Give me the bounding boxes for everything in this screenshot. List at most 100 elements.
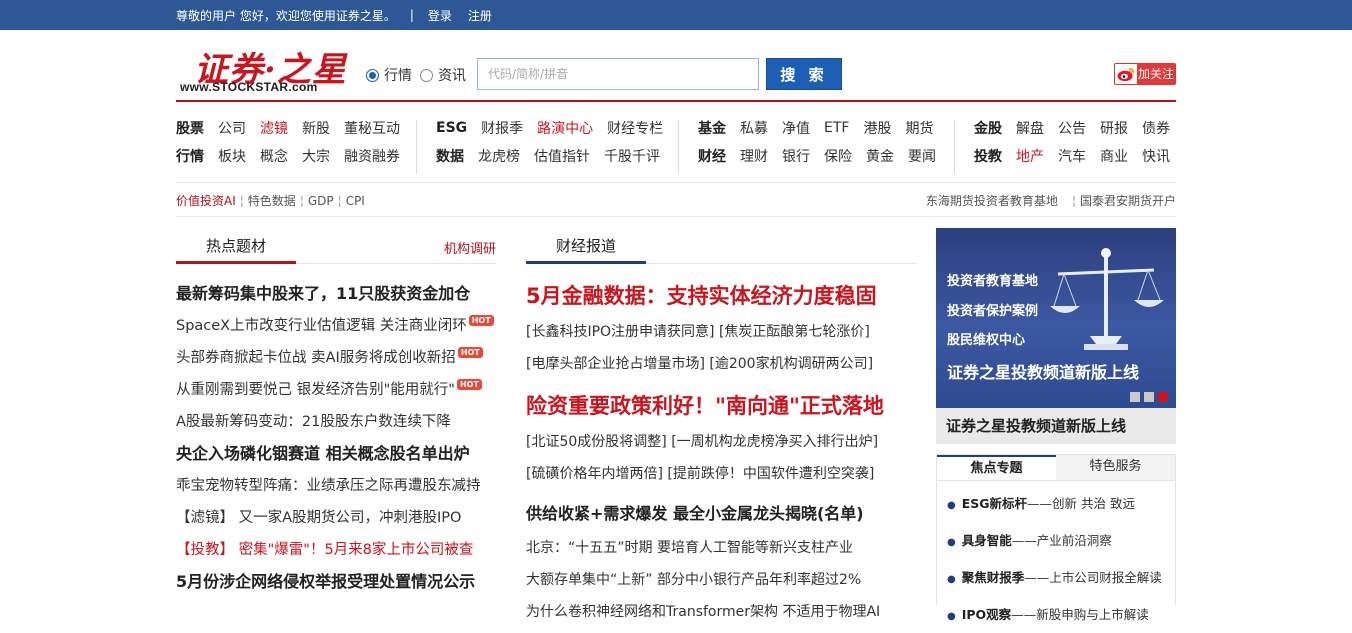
focus-topic-tag: 聚焦财报季: [961, 570, 1025, 585]
nav-item[interactable]: 金股: [974, 118, 1002, 138]
nav-item[interactable]: 公告: [1058, 118, 1086, 138]
hot-topic-item[interactable]: 乖宝宠物转型阵痛：业绩承压之际再遭股东减持: [176, 470, 496, 502]
tab-focus-topics[interactable]: 焦点专题: [937, 455, 1056, 480]
subnav-gdp[interactable]: GDP: [308, 194, 334, 208]
nav-item[interactable]: ETF: [824, 120, 849, 136]
nav-item[interactable]: 私募: [740, 118, 768, 138]
related-link[interactable]: [焦炭正酝酿第七轮涨价]: [719, 324, 870, 340]
investor-education-banner[interactable]: 投资者教育基地 投资者保护案例 股民维权中心 证券之星投教频道新版上线: [936, 228, 1176, 408]
related-link[interactable]: [提前跌停！中国软件遭利空突袭]: [667, 466, 874, 482]
related-link[interactable]: [硫磺价格年内增两倍]: [526, 466, 663, 482]
hot-topic-item[interactable]: 【投教】 密集"爆雷"！5月来8家上市公司被查: [176, 534, 496, 566]
nav-item[interactable]: 财报季: [481, 118, 523, 138]
nav-item[interactable]: 董秘互动: [344, 118, 400, 138]
nav-item[interactable]: 研报: [1100, 118, 1128, 138]
hot-topic-item[interactable]: 【滤镜】 又一家A股期货公司，冲刺港股IPO: [176, 502, 496, 534]
nav-item[interactable]: 公司: [218, 118, 246, 138]
register-link[interactable]: 注册: [468, 7, 492, 24]
login-link[interactable]: 登录: [428, 7, 452, 24]
nav-item[interactable]: ESG: [436, 120, 467, 136]
nav-item[interactable]: 新股: [302, 118, 330, 138]
nav-item[interactable]: 财经专栏: [607, 118, 663, 138]
nav-item[interactable]: 债券: [1142, 118, 1170, 138]
focus-topic-item[interactable]: ● IPO观察——新股申购与上市解读: [947, 596, 1175, 633]
nav-item[interactable]: 快讯: [1142, 146, 1170, 166]
search-button[interactable]: 搜 索: [766, 58, 842, 90]
nav-item[interactable]: 财经: [698, 146, 726, 166]
nav-item[interactable]: 投教: [974, 146, 1002, 166]
headline-link[interactable]: 险资重要政策利好！"南向通"正式落地: [526, 386, 916, 426]
hot-topic-item[interactable]: SpaceX上市改变行业估值逻辑 关注商业闭环 HOT: [176, 310, 496, 342]
news-item[interactable]: 为什么卷积神经网络和Transformer架构 不适用于物理AI: [526, 596, 916, 628]
radio-market[interactable]: 行情: [366, 65, 412, 85]
hot-topic-item[interactable]: 头部券商掀起卡位战 卖AI服务将成创收新招 HOT: [176, 342, 496, 374]
related-link[interactable]: [电摩头部企业抢占增量市场]: [526, 356, 705, 372]
nav-item[interactable]: 融资融券: [344, 146, 400, 166]
related-link[interactable]: [北证50成份股将调整]: [526, 434, 667, 450]
nav-item[interactable]: 净值: [782, 118, 810, 138]
focus-topic-item[interactable]: ● ESG新标杆——创新 共治 致远: [947, 485, 1175, 522]
subnav-value-ai[interactable]: 价值投资AI: [176, 194, 236, 208]
nav-item[interactable]: 解盘: [1016, 118, 1044, 138]
related-link[interactable]: [逾200家机构调研两公司]: [709, 356, 873, 372]
nav-item[interactable]: 大宗: [302, 146, 330, 166]
nav-item[interactable]: 汽车: [1058, 146, 1086, 166]
related-link[interactable]: [一周机构龙虎榜净买入排行出炉]: [671, 434, 878, 450]
nav-item[interactable]: 港股: [863, 118, 891, 138]
nav-divider: [678, 120, 679, 174]
nav-item[interactable]: 保险: [824, 146, 852, 166]
subnav-special-data[interactable]: 特色数据: [248, 194, 296, 208]
nav-item[interactable]: 行情: [176, 146, 204, 166]
nav-item[interactable]: 估值指针: [534, 146, 590, 166]
nav-item[interactable]: 黄金: [866, 146, 894, 166]
search-input[interactable]: 代码/简称/拼音: [477, 58, 759, 90]
tab-hot-topics[interactable]: 热点题材: [176, 235, 296, 264]
nav-item[interactable]: 板块: [218, 146, 246, 166]
subnav-donghai-futures[interactable]: 东海期货投资者教育基地: [926, 194, 1058, 208]
weibo-follow-button[interactable]: 加关注: [1114, 63, 1176, 85]
hot-topic-item[interactable]: 从重刚需到要悦己 银发经济告别"能用就行" HOT: [176, 374, 496, 406]
nav-item[interactable]: 数据: [436, 146, 464, 166]
radio-news[interactable]: 资讯: [420, 65, 466, 85]
nav-item[interactable]: 龙虎榜: [478, 146, 520, 166]
news-item[interactable]: 大额存单集中“上新” 部分中小银行产品年利率超过2%: [526, 564, 916, 596]
focus-topic-text: ——产业前沿洞察: [1011, 533, 1112, 548]
nav-item[interactable]: 理财: [740, 146, 768, 166]
nav-item[interactable]: 要闻: [908, 146, 936, 166]
tab-special-services[interactable]: 特色服务: [1056, 455, 1175, 480]
nav-item[interactable]: 概念: [260, 146, 288, 166]
nav-item[interactable]: 股票: [176, 118, 204, 138]
news-item[interactable]: 北京：“十五五”时期 要培育人工智能等新兴支柱产业: [526, 532, 916, 564]
bullet-icon: ●: [947, 500, 956, 511]
subheadline-link[interactable]: 供给收紧+需求爆发 最全小金属龙头揭晓(名单): [526, 496, 916, 532]
banner-caption[interactable]: 证券之星投教频道新版上线: [936, 408, 1176, 444]
nav-item[interactable]: 商业: [1100, 146, 1128, 166]
focus-topic-item[interactable]: ● 具身智能——产业前沿洞察: [947, 522, 1175, 559]
hot-topic-item[interactable]: 最新筹码集中股来了，11只股获资金加仓: [176, 278, 496, 310]
nav-item[interactable]: 滤镜: [260, 118, 288, 138]
related-link[interactable]: [长鑫科技IPO注册申请获同意]: [526, 324, 715, 340]
carousel-dot[interactable]: [1144, 392, 1154, 402]
nav-item[interactable]: 地产: [1016, 146, 1044, 166]
nav-item[interactable]: 千股千评: [604, 146, 660, 166]
hot-topic-item[interactable]: A股最新筹码变动：21股股东户数连续下降: [176, 406, 496, 438]
focus-topic-tag: ESG新标杆: [961, 496, 1028, 511]
subnav-cpi[interactable]: CPI: [346, 194, 365, 208]
nav-item[interactable]: 路演中心: [537, 118, 593, 138]
hot-topic-text: 从重刚需到要悦己 银发经济告别"能用就行": [176, 382, 455, 398]
carousel-dot[interactable]: [1130, 392, 1140, 402]
institution-research-link[interactable]: 机构调研: [444, 238, 496, 257]
site-header: 证券·之星 www.STOCKSTAR.com 行情 资讯 代码/简称/拼音 搜…: [176, 30, 1176, 102]
headline-link[interactable]: 5月金融数据：支持实体经济力度稳固: [526, 276, 916, 316]
stockstar-logo[interactable]: 证券·之星 www.STOCKSTAR.com: [180, 42, 346, 98]
carousel-dot-active[interactable]: [1158, 392, 1168, 402]
tab-finance-report[interactable]: 财经报道: [526, 235, 646, 264]
nav-item[interactable]: 银行: [782, 146, 810, 166]
hot-topic-item[interactable]: 央企入场磷化铟赛道 相关概念股名单出炉: [176, 438, 496, 470]
hot-topic-item[interactable]: 5月份涉企网络侵权举报受理处置情况公示: [176, 566, 496, 598]
subnav-guotai-futures[interactable]: 国泰君安期货开户: [1080, 194, 1176, 208]
banner-line: 投资者保护案例: [947, 304, 1039, 319]
nav-item[interactable]: 基金: [698, 118, 726, 138]
nav-item[interactable]: 期货: [905, 118, 933, 138]
focus-topic-item[interactable]: ● 聚焦财报季——上市公司财报全解读: [947, 559, 1175, 596]
